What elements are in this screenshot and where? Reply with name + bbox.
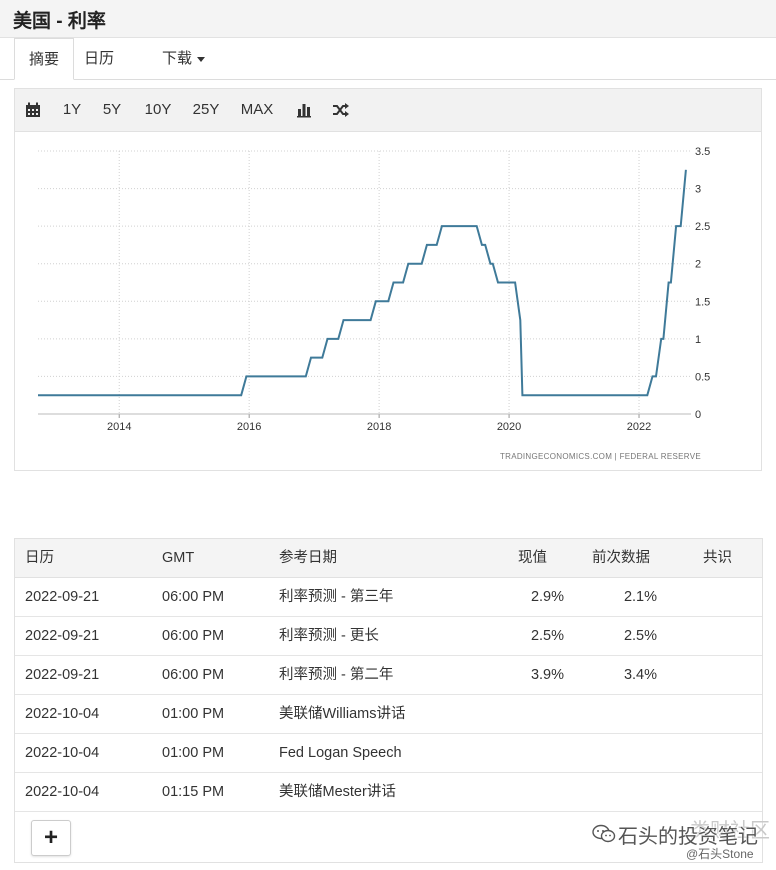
chart-source: TRADINGECONOMICS.COM | FEDERAL RESERVE [500, 452, 701, 461]
cell-time: 01:00 PM [162, 745, 225, 761]
cell-event: Fed Logan Speech [279, 745, 402, 761]
tab-download-label: 下载 [162, 50, 193, 67]
wechat-icon [592, 824, 616, 843]
watermark: 类财社区 石头的投资笔记 @石头Stone [590, 816, 770, 866]
y-tick-label: 2 [695, 259, 701, 271]
page-header: 美国 - 利率 [0, 0, 776, 38]
cell-time: 01:15 PM [162, 784, 225, 800]
watermark-handle: @石头Stone [686, 847, 754, 861]
y-tick-label: 1.5 [695, 296, 710, 308]
tab-download[interactable]: 下载 [148, 38, 219, 79]
cell-previous: 3.4% [623, 667, 657, 683]
calendar-table: 日历 GMT 参考日期 现值 前次数据 共识 2022-09-21 06:00 P… [14, 538, 763, 863]
y-tick-label: 0 [695, 409, 701, 421]
y-tick-label: 3.5 [695, 146, 710, 158]
x-tick-label: 2014 [107, 421, 131, 433]
table-row: 2022-09-21 06:00 PM 利率预测 - 第三年 2.9% 2.1% [15, 578, 762, 617]
cell-time: 06:00 PM [162, 667, 225, 683]
cell-event: 利率预测 - 第二年 [279, 667, 394, 683]
add-button[interactable]: + [31, 820, 71, 856]
chart-toolbar: 1Y 5Y 10Y 25Y MAX [15, 89, 761, 132]
y-tick-label: 2.5 [695, 221, 710, 233]
table-row: 2022-10-04 01:00 PM Fed Logan Speech [15, 734, 762, 773]
header-consensus: 共识 [703, 550, 732, 566]
range-max-button[interactable]: MAX [239, 89, 275, 131]
cell-date: 2022-09-21 [25, 628, 100, 644]
cell-event: 利率预测 - 更长 [279, 628, 379, 644]
tab-calendar[interactable]: 日历 [70, 38, 128, 79]
cell-actual: 3.9% [530, 667, 564, 683]
shuffle-icon[interactable] [332, 102, 350, 118]
chart-panel: 1Y 5Y 10Y 25Y MAX 0 0.5 1 1.5 2 2.5 3 3.5 2014 20… [14, 88, 762, 471]
range-25y-button[interactable]: 25Y [191, 89, 221, 131]
range-10y-button[interactable]: 10Y [143, 89, 173, 131]
cell-date: 2022-10-04 [25, 706, 100, 722]
x-tick-label: 2020 [497, 421, 521, 433]
page-title: 美国 - 利率 [13, 11, 106, 32]
cell-actual: 2.5% [530, 628, 564, 644]
series-line [38, 169, 687, 397]
cell-previous: 2.5% [623, 628, 657, 644]
cell-date: 2022-09-21 [25, 589, 100, 605]
cell-time: 06:00 PM [162, 589, 225, 605]
header-reference: 参考日期 [279, 550, 337, 566]
range-1y-button[interactable]: 1Y [61, 89, 83, 131]
table-header: 日历 GMT 参考日期 现值 前次数据 共识 [15, 539, 762, 578]
tab-bar: 摘要 日历 下载 [0, 38, 776, 80]
cell-event: 利率预测 - 第三年 [279, 589, 394, 605]
cell-event: 美联储Mester讲话 [279, 784, 396, 800]
x-tick-label: 2016 [237, 421, 261, 433]
x-tick-label: 2022 [627, 421, 651, 433]
cell-actual: 2.9% [530, 589, 564, 605]
table-row: 2022-09-21 06:00 PM 利率预测 - 更长 2.5% 2.5% [15, 617, 762, 656]
cell-date: 2022-10-04 [25, 745, 100, 761]
header-gmt: GMT [162, 550, 195, 566]
table-row: 2022-10-04 01:15 PM 美联储Mester讲话 [15, 773, 762, 812]
cell-date: 2022-10-04 [25, 784, 100, 800]
header-previous: 前次数据 [592, 550, 650, 566]
cell-time: 01:00 PM [162, 706, 225, 722]
range-5y-button[interactable]: 5Y [101, 89, 123, 131]
y-tick-label: 0.5 [695, 371, 710, 383]
calendar-icon[interactable] [25, 102, 41, 118]
header-calendar: 日历 [25, 550, 54, 566]
caret-down-icon [197, 56, 206, 62]
table-row: 2022-10-04 01:00 PM 美联储Williams讲话 [15, 695, 762, 734]
tab-summary[interactable]: 摘要 [14, 38, 75, 80]
bar-chart-icon[interactable] [296, 102, 312, 118]
interest-rate-chart: 0 0.5 1 1.5 2 2.5 3 3.5 2014 2016 2018 2020 2022 TRA… [38, 146, 710, 461]
y-tick-label: 3 [695, 184, 701, 196]
y-tick-label: 1 [695, 334, 701, 346]
x-tick-label: 2018 [367, 421, 391, 433]
table-row: 2022-09-21 06:00 PM 利率预测 - 第二年 3.9% 3.4% [15, 656, 762, 695]
cell-event: 美联储Williams讲话 [279, 706, 406, 722]
cell-time: 06:00 PM [162, 628, 225, 644]
cell-previous: 2.1% [623, 589, 657, 605]
table-body: 2022-09-21 06:00 PM 利率预测 - 第三年 2.9% 2.1% 2022… [15, 578, 762, 812]
header-actual: 现值 [518, 550, 547, 566]
cell-date: 2022-09-21 [25, 667, 100, 683]
